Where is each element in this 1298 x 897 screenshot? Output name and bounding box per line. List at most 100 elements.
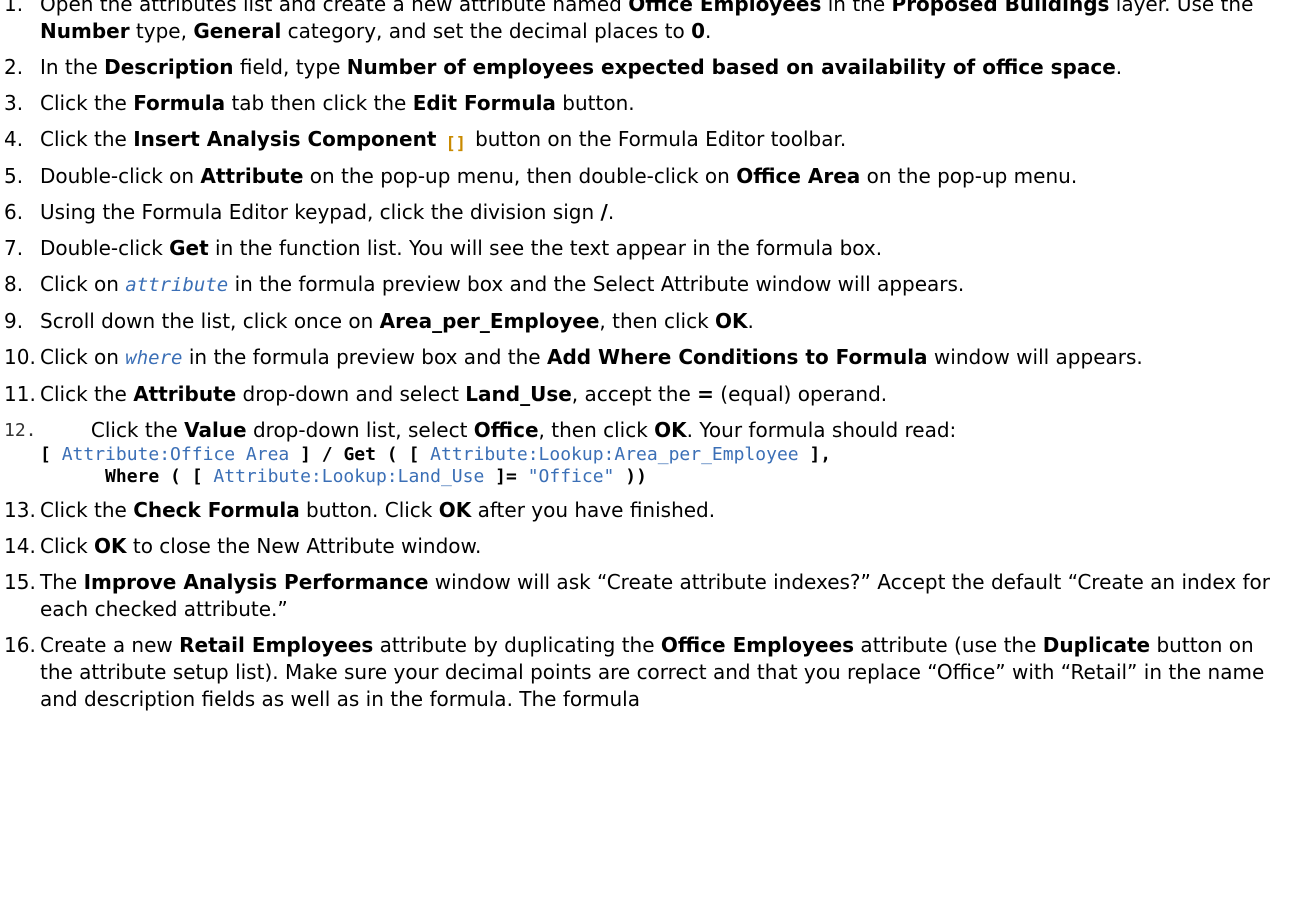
bold-term: 0 <box>691 19 706 43</box>
list-item: 7. Double-click Get in the function list.… <box>0 235 1298 262</box>
step-number: 16. <box>4 633 36 657</box>
text-run: Open the attributes list and create a ne… <box>40 0 629 16</box>
step-number: 2. <box>4 55 24 79</box>
text-run: in the formula preview box and the <box>182 345 547 369</box>
bold-term: Attribute <box>133 382 237 406</box>
formula-placeholder: attribute <box>125 274 229 296</box>
bold-term: Add Where Conditions to Formula <box>546 345 928 369</box>
text-run: field, type <box>233 55 347 79</box>
bold-term: Proposed Buildings <box>891 0 1110 16</box>
formula-operator: )) <box>614 466 647 487</box>
bold-term: Land_Use <box>465 382 572 406</box>
step-number: 14. <box>4 534 36 558</box>
step-number: 1. <box>4 0 24 16</box>
formula-line: Where ( [ Attribute:Lookup:Land_Use ]= "… <box>40 466 1290 488</box>
text-run: Click on <box>40 272 126 296</box>
bold-term: Office <box>473 418 539 442</box>
text-run: Scroll down the list, click once on <box>40 309 380 333</box>
text-run: . Your formula should read: <box>686 418 957 442</box>
step-text: Open the attributes list and create a ne… <box>40 0 1290 45</box>
step-text: Double-click on Attribute on the pop-up … <box>40 163 1290 190</box>
text-run: on the pop-up menu, then double-click on <box>303 164 737 188</box>
list-item: 10. Click on where in the formula preview… <box>0 344 1298 372</box>
step-number: 6. <box>4 200 24 224</box>
formula-line: [ Attribute:Office Area ] / Get ( [ Attr… <box>40 444 1290 466</box>
formula-token: Attribute:Lookup:Land_Use <box>213 466 485 487</box>
text-run: after you have finished. <box>471 498 716 522</box>
formula-placeholder: where <box>125 347 183 369</box>
step-number: 8. <box>4 272 24 296</box>
bold-term: Retail Employees <box>179 633 374 657</box>
step-text: In the Description field, type Number of… <box>40 54 1290 81</box>
list-item: 15. The Improve Analysis Performance wind… <box>0 569 1298 623</box>
list-item: 14. Click OK to close the New Attribute w… <box>0 533 1298 560</box>
text-run: in the <box>821 0 892 16</box>
text-run: The <box>40 570 84 594</box>
text-run: Click <box>40 534 95 558</box>
list-item: 9. Scroll down the list, click once on Ar… <box>0 308 1298 335</box>
insert-analysis-component-icon: [] <box>445 134 466 154</box>
step-text: Click the Check Formula button. Click OK… <box>40 497 1290 524</box>
text-run: category, and set the decimal places to <box>281 19 692 43</box>
text-run: . <box>607 200 615 224</box>
bold-term: OK <box>438 498 472 522</box>
text-run: . <box>1115 55 1123 79</box>
text-run: , then click <box>599 309 716 333</box>
instruction-list: 1. Open the attributes list and create a … <box>0 0 1298 722</box>
bold-term: Area_per_Employee <box>379 309 600 333</box>
bold-term: = <box>697 382 714 406</box>
list-item: 1. Open the attributes list and create a … <box>0 0 1298 45</box>
text-run: Click the <box>40 127 134 151</box>
bold-term: OK <box>715 309 748 333</box>
text-run: drop-down list, select <box>246 418 474 442</box>
text-run: Click on <box>40 345 126 369</box>
formula-operator: ]= <box>484 466 528 487</box>
bold-term: Check Formula <box>133 498 300 522</box>
text-run: Click the <box>40 418 185 442</box>
text-run: attribute (use the <box>854 633 1043 657</box>
text-run: window will appears. <box>927 345 1143 369</box>
text-run: drop-down and select <box>236 382 466 406</box>
formula-operator: [ <box>40 444 62 465</box>
bold-term: OK <box>654 418 687 442</box>
text-run: , accept the <box>571 382 698 406</box>
bold-term: Office Area <box>736 164 861 188</box>
bold-term: Get <box>169 236 209 260</box>
step-number: 7. <box>4 236 24 260</box>
step-text: Click OK to close the New Attribute wind… <box>40 533 1290 560</box>
bold-term: Office Employees <box>628 0 822 16</box>
list-item: 16. Create a new Retail Employees attribu… <box>0 632 1298 713</box>
list-item: 13. Click the Check Formula button. Click… <box>0 497 1298 524</box>
text-run: button. Click <box>299 498 439 522</box>
step-text: Double-click Get in the function list. Y… <box>40 235 1290 262</box>
text-run: tab then click the <box>225 91 413 115</box>
step-number: 13. <box>4 498 36 522</box>
step-text: Click the Insert Analysis Component [] b… <box>40 126 1290 154</box>
text-run: Create a new <box>40 633 180 657</box>
formula-token: Attribute:Lookup:Area_per_Employee <box>430 444 799 465</box>
text-run: in the formula preview box and the Selec… <box>228 272 965 296</box>
text-run: layer. Use the <box>1109 0 1254 16</box>
step-number: 9. <box>4 309 24 333</box>
step-text: Scroll down the list, click once on Area… <box>40 308 1290 335</box>
bold-term: Number <box>40 19 130 43</box>
step-text: The Improve Analysis Performance window … <box>40 569 1290 623</box>
step-text: Click on where in the formula preview bo… <box>40 344 1290 372</box>
step-number: 10. <box>4 345 36 369</box>
text-run: . <box>747 309 754 333</box>
step-text: Create a new Retail Employees attribute … <box>40 632 1290 713</box>
step-number: 12. <box>4 420 37 441</box>
text-run: attribute by duplicating the <box>373 633 661 657</box>
text-run: button. <box>555 91 635 115</box>
bold-term: Number of employees expected based on av… <box>346 55 1116 79</box>
formula-operator: Where ( [ <box>40 466 214 487</box>
bold-term: Office Employees <box>660 633 855 657</box>
bold-term: Improve Analysis Performance <box>83 570 429 594</box>
list-item: 2. In the Description field, type Number … <box>0 54 1298 81</box>
text-run: . <box>705 19 712 43</box>
bold-term: Value <box>184 418 247 442</box>
text-run: Double-click <box>40 236 170 260</box>
step-number: 5. <box>4 164 24 188</box>
list-item: 8. Click on attribute in the formula prev… <box>0 271 1298 299</box>
text-run: Click the <box>40 498 134 522</box>
